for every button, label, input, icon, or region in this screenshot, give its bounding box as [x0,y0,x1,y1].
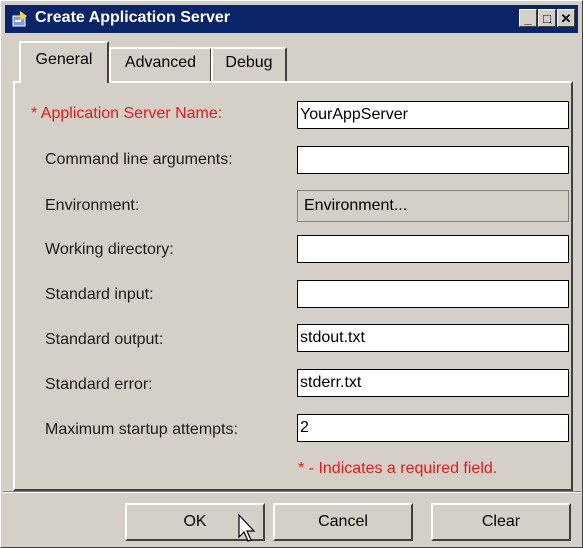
window-title: Create Application Server [35,9,231,26]
command-line-label: Command line arguments: [45,151,233,168]
standard-input-field[interactable] [297,280,569,308]
app-server-name-label: * Application Server Name: [31,105,223,122]
tab-general[interactable]: General [19,41,109,83]
environment-button[interactable]: Environment... [297,190,569,222]
max-startup-attempts-input[interactable] [297,414,569,442]
standard-error-label: Standard error: [45,376,153,393]
tab-debug[interactable]: Debug [211,47,287,81]
required-field-note: * - Indicates a required field. [298,460,498,477]
working-directory-label: Working directory: [45,241,174,258]
maximize-button[interactable]: □ [538,9,556,27]
create-application-server-dialog: Create Application Server _ □ ✕ General … [0,0,583,548]
title-bar[interactable]: Create Application Server _ □ ✕ [5,5,578,33]
max-startup-attempts-label: Maximum startup attempts: [45,421,238,438]
standard-input-label: Standard input: [45,286,154,303]
standard-error-field[interactable] [297,369,569,397]
standard-output-field[interactable] [297,324,569,352]
app-server-name-input[interactable] [297,101,569,129]
mouse-pointer-icon [238,513,256,542]
clear-button[interactable]: Clear [431,503,571,541]
cancel-button[interactable]: Cancel [273,503,413,541]
tab-advanced[interactable]: Advanced [109,47,212,81]
working-directory-input[interactable] [297,235,569,263]
button-separator [3,491,581,493]
application-server-icon [12,11,27,27]
environment-label: Environment: [45,197,140,214]
command-line-input[interactable] [297,146,569,174]
standard-output-label: Standard output: [45,331,164,348]
minimize-button[interactable]: _ [519,9,537,27]
close-button[interactable]: ✕ [557,9,575,27]
